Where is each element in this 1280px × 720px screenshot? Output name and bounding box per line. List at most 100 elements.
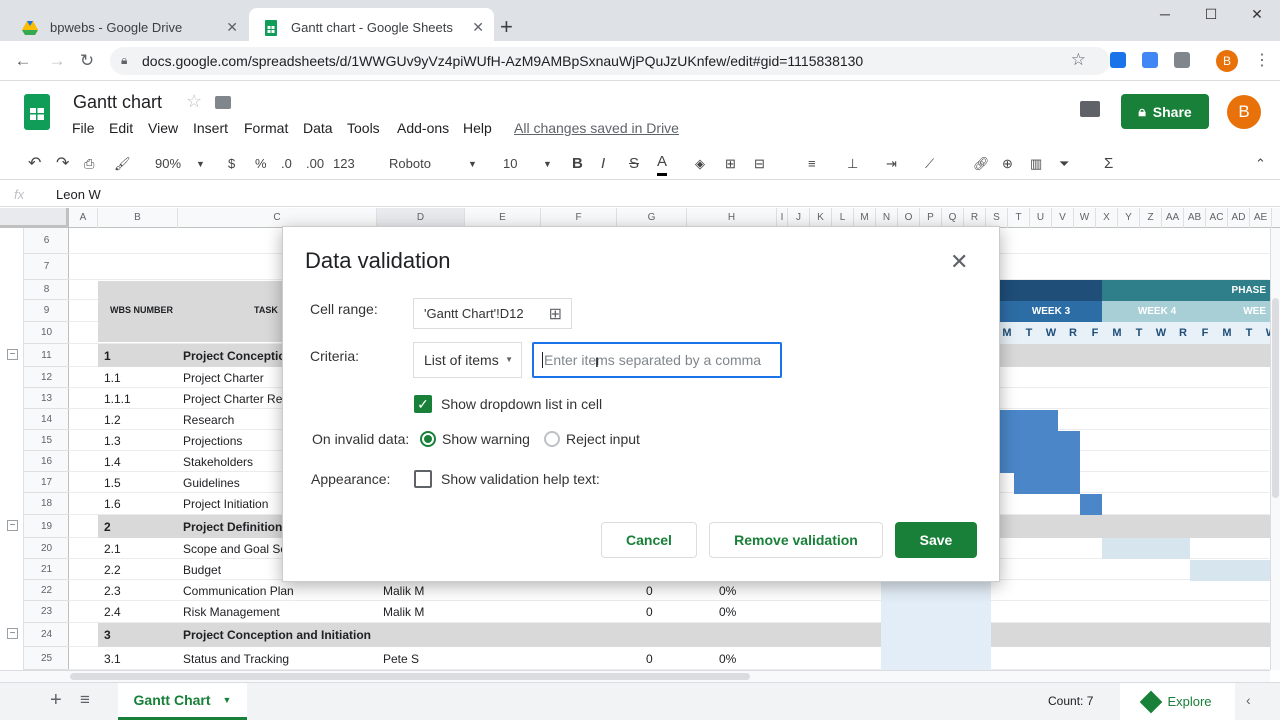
menu-edit[interactable]: Edit xyxy=(109,120,133,136)
column-header-x[interactable]: X xyxy=(1096,208,1118,228)
wbs-cell[interactable]: 1 xyxy=(104,349,111,363)
cancel-button[interactable]: Cancel xyxy=(601,522,697,558)
column-header-j[interactable]: J xyxy=(788,208,810,228)
column-header-d[interactable]: D xyxy=(377,208,465,228)
task-cell[interactable]: Research xyxy=(183,413,234,427)
new-tab-icon[interactable]: + xyxy=(500,14,513,40)
save-status-link[interactable]: All changes saved in Drive xyxy=(514,120,679,136)
column-header-ac[interactable]: AC xyxy=(1206,208,1228,228)
collapse-group-icon[interactable]: − xyxy=(7,520,18,531)
row-header-16[interactable]: 16 xyxy=(24,451,69,472)
text-rotate-icon[interactable]: ⟋ xyxy=(925,152,934,176)
comments-icon[interactable] xyxy=(1080,101,1100,117)
column-header-b[interactable]: B xyxy=(98,208,178,228)
text-color-button[interactable]: A xyxy=(657,152,668,176)
duration-cell[interactable]: 0 xyxy=(646,584,653,598)
paint-format-icon[interactable]: 🖌︎ xyxy=(114,152,131,176)
owner-cell[interactable]: Pete S xyxy=(383,652,419,666)
column-header-u[interactable]: U xyxy=(1030,208,1052,228)
zoom-select[interactable]: 90% xyxy=(155,152,181,176)
column-header-ab[interactable]: AB xyxy=(1184,208,1206,228)
percent-button[interactable]: % xyxy=(255,152,267,176)
task-cell[interactable]: Project Initiation xyxy=(183,497,268,511)
menu-addons[interactable]: Add-ons xyxy=(397,120,449,136)
task-cell[interactable]: Guidelines xyxy=(183,476,240,490)
bold-button[interactable]: B xyxy=(572,152,583,176)
merge-cells-icon[interactable]: ⊟ xyxy=(754,152,765,176)
wbs-cell[interactable]: 1.4 xyxy=(104,455,121,469)
row-header-17[interactable]: 17 xyxy=(24,472,69,493)
column-header-ae[interactable]: AE xyxy=(1250,208,1272,228)
minimize-icon[interactable]: ─ xyxy=(1150,6,1180,22)
column-header-k[interactable]: K xyxy=(810,208,832,228)
comment-add-icon[interactable]: ⊕ xyxy=(1002,152,1013,176)
task-cell[interactable]: Project Charter Rev xyxy=(183,392,288,406)
column-header-i[interactable]: I xyxy=(777,208,788,228)
task-cell[interactable]: Stakeholders xyxy=(183,455,253,469)
column-header-p[interactable]: P xyxy=(920,208,942,228)
menu-help[interactable]: Help xyxy=(463,120,492,136)
wbs-cell[interactable]: 3.1 xyxy=(104,652,121,666)
menu-tools[interactable]: Tools xyxy=(347,120,380,136)
wbs-cell[interactable]: 1.5 xyxy=(104,476,121,490)
row-header-9[interactable]: 9 xyxy=(24,300,69,322)
undo-icon[interactable]: ↶ xyxy=(28,152,41,176)
row-header-6[interactable]: 6 xyxy=(24,228,69,254)
column-header-ad[interactable]: AD xyxy=(1228,208,1250,228)
redo-icon[interactable]: ↷ xyxy=(56,152,69,176)
window-close-icon[interactable]: ✕ xyxy=(1242,6,1272,23)
align-left-icon[interactable]: ≡ xyxy=(808,152,816,176)
column-header-m[interactable]: M xyxy=(854,208,876,228)
back-icon[interactable]: ← xyxy=(10,48,36,74)
row-header-15[interactable]: 15 xyxy=(24,430,69,451)
horizontal-scrollbar[interactable] xyxy=(0,670,1270,682)
percent-cell[interactable]: 0% xyxy=(719,584,736,598)
vertical-scrollbar[interactable] xyxy=(1270,228,1280,670)
collapse-group-icon[interactable]: − xyxy=(7,349,18,360)
column-header-a[interactable]: A xyxy=(69,208,98,228)
column-header-g[interactable]: G xyxy=(617,208,687,228)
duration-cell[interactable]: 0 xyxy=(646,652,653,666)
row-header-24[interactable]: 24 xyxy=(24,623,69,647)
wbs-cell[interactable]: 1.1 xyxy=(104,371,121,385)
collapse-toolbar-icon[interactable]: ⌃ xyxy=(1255,152,1266,176)
column-header-e[interactable]: E xyxy=(465,208,541,228)
currency-button[interactable]: $ xyxy=(228,152,235,176)
decrease-decimal-button[interactable]: .0 xyxy=(281,152,292,176)
add-sheet-icon[interactable]: + xyxy=(50,689,62,712)
row-header-23[interactable]: 23 xyxy=(24,601,69,623)
row-header-11[interactable]: 11 xyxy=(24,344,69,367)
url-bar[interactable]: 🔒︎ docs.google.com/spreadsheets/d/1WWGUv… xyxy=(110,47,1110,75)
save-button[interactable]: Save xyxy=(895,522,977,558)
column-header-y[interactable]: Y xyxy=(1118,208,1140,228)
fill-color-icon[interactable]: ◈ xyxy=(695,152,705,176)
browser-menu-icon[interactable]: ⋮ xyxy=(1254,50,1270,70)
all-sheets-icon[interactable]: ≡ xyxy=(80,690,90,710)
row-header-8[interactable]: 8 xyxy=(24,280,69,300)
font-select[interactable]: Roboto xyxy=(389,152,431,176)
scrollbar-thumb[interactable] xyxy=(70,673,750,680)
duration-cell[interactable]: 0 xyxy=(646,605,653,619)
row-header-18[interactable]: 18 xyxy=(24,493,69,515)
extension-icon[interactable] xyxy=(1110,52,1126,68)
column-header-h[interactable]: H xyxy=(687,208,777,228)
select-range-icon[interactable]: ⊞ xyxy=(549,304,562,324)
italic-button[interactable]: I xyxy=(601,152,605,176)
wbs-cell[interactable]: 2 xyxy=(104,520,111,534)
remove-validation-button[interactable]: Remove validation xyxy=(709,522,883,558)
column-header-w[interactable]: W xyxy=(1074,208,1096,228)
font-size-select[interactable]: 10 xyxy=(503,152,517,176)
menu-file[interactable]: File xyxy=(72,120,95,136)
menu-view[interactable]: View xyxy=(148,120,178,136)
star-icon[interactable]: ☆ xyxy=(186,91,202,112)
task-cell[interactable]: Project Definition xyxy=(183,520,282,534)
task-cell[interactable]: Scope and Goal Se xyxy=(183,542,287,556)
print-icon[interactable]: ⎙ xyxy=(84,152,94,176)
menu-data[interactable]: Data xyxy=(303,120,333,136)
wbs-cell[interactable]: 1.3 xyxy=(104,434,121,448)
wbs-cell[interactable]: 2.2 xyxy=(104,563,121,577)
wbs-cell[interactable]: 2.4 xyxy=(104,605,121,619)
row-header-25[interactable]: 25 xyxy=(24,647,69,670)
profile-avatar[interactable]: B xyxy=(1216,50,1238,72)
link-icon[interactable]: 🔗︎ xyxy=(973,152,990,176)
